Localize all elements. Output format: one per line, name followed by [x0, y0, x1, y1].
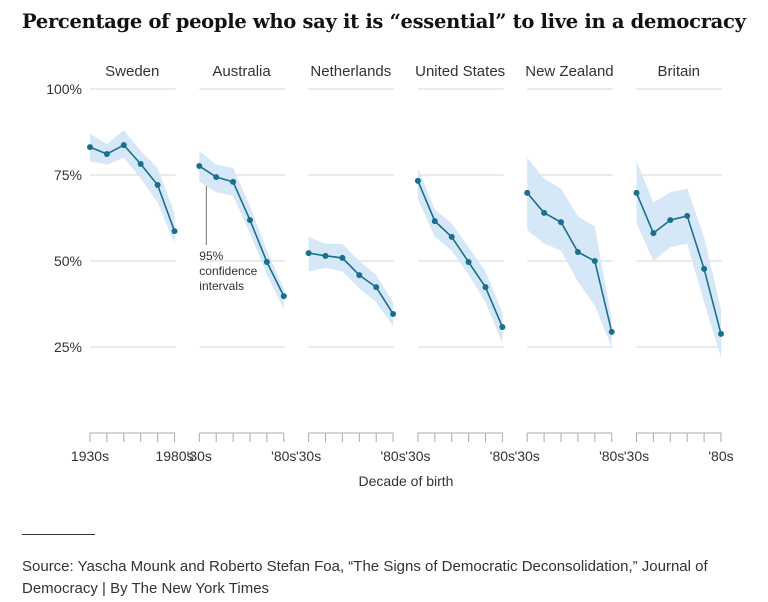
data-point — [280, 293, 287, 300]
panel-title: Australia — [212, 63, 271, 80]
panel-title: Britain — [657, 63, 700, 80]
x-tick-label: '30s — [624, 448, 649, 464]
data-point — [120, 142, 127, 149]
data-point — [650, 230, 657, 237]
confidence-band — [308, 236, 394, 327]
data-point — [87, 144, 93, 151]
data-point — [322, 252, 329, 259]
data-point — [390, 310, 397, 317]
x-tick-label: '30s — [515, 448, 540, 464]
x-tick-label: '80s — [599, 448, 624, 464]
data-point — [667, 217, 674, 224]
x-tick-label: '30s — [296, 448, 321, 464]
data-point — [230, 178, 237, 185]
confidence-band — [90, 130, 175, 244]
x-tick-label: '80s — [271, 448, 296, 464]
data-point — [171, 228, 178, 235]
data-point — [356, 272, 363, 279]
data-point — [701, 265, 708, 272]
annotation-text: 95% — [199, 249, 223, 263]
data-point — [684, 212, 691, 219]
x-tick-label: '30s — [187, 448, 212, 464]
x-tick-label: '80s — [708, 448, 733, 464]
x-tick-label: '30s — [405, 448, 430, 464]
x-tick-label: '80s — [380, 448, 405, 464]
panel-title: Netherlands — [310, 63, 391, 80]
data-point — [414, 177, 421, 184]
panel-title: United States — [415, 63, 505, 80]
annotation-text: intervals — [199, 279, 244, 293]
small-multiples-chart: 100%75%50%25%Sweden1930s 1980sAustralia'3… — [46, 63, 733, 489]
panel-title: Sweden — [105, 63, 159, 80]
data-point — [431, 218, 438, 225]
data-point — [305, 250, 312, 257]
data-point — [558, 219, 564, 226]
data-point — [339, 254, 346, 261]
annotation-text: confidence — [199, 264, 257, 278]
y-tick-label: 100% — [46, 81, 82, 97]
data-point — [373, 284, 380, 291]
data-point — [524, 189, 531, 196]
data-point — [137, 160, 144, 167]
data-point — [448, 233, 455, 240]
x-tick-label: 1930s — [71, 448, 109, 464]
data-point — [482, 284, 489, 291]
data-point — [499, 324, 506, 331]
data-point — [154, 181, 161, 188]
data-point — [263, 259, 270, 266]
x-axis-label: Decade of birth — [359, 473, 454, 489]
data-point — [591, 258, 598, 264]
data-point — [196, 163, 203, 170]
data-point — [213, 174, 220, 181]
data-point — [465, 259, 472, 266]
source-note: Source: Yascha Mounk and Roberto Stefan … — [22, 558, 708, 597]
data-point — [718, 330, 724, 337]
confidence-band — [417, 168, 503, 344]
y-tick-label: 50% — [54, 253, 82, 269]
data-point — [633, 189, 640, 196]
footer-divider — [22, 534, 95, 535]
data-point — [574, 249, 581, 256]
data-point — [541, 209, 548, 216]
panel-title: New Zealand — [525, 63, 613, 80]
data-point — [608, 328, 615, 335]
x-tick-label: '80s — [490, 448, 515, 464]
data-point — [103, 151, 110, 158]
confidence-band — [636, 161, 721, 358]
y-tick-label: 75% — [54, 167, 82, 183]
confidence-band — [527, 157, 612, 347]
data-point — [247, 217, 253, 224]
y-tick-label: 25% — [54, 339, 82, 355]
